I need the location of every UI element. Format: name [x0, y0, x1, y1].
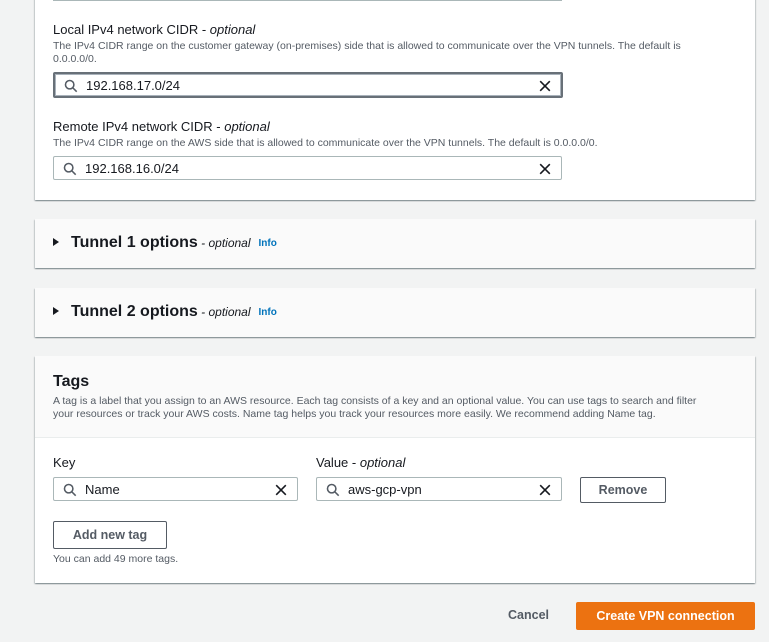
tags-header: Tags A tag is a label that you assign to… [35, 356, 755, 438]
tag-value-value: aws-gcp-vpn [348, 482, 422, 497]
remote-cidr-label: Remote IPv4 network CIDR - optional [53, 119, 270, 134]
close-icon[interactable] [274, 483, 288, 497]
search-icon [64, 79, 78, 93]
tunnel2-info-link[interactable]: Info [259, 307, 277, 318]
previous-field-edge [53, 0, 562, 1]
close-icon[interactable] [538, 483, 552, 497]
local-cidr-value: 192.168.17.0/24 [86, 78, 180, 93]
remove-tag-button[interactable]: Remove [580, 477, 666, 503]
create-vpn-connection-button[interactable]: Create VPN connection [576, 602, 755, 630]
local-cidr-description: The IPv4 CIDR range on the customer gate… [53, 40, 681, 65]
tags-panel: Tags A tag is a label that you assign to… [35, 356, 755, 583]
tag-value-input[interactable]: aws-gcp-vpn [316, 477, 562, 501]
tunnel1-header[interactable]: Tunnel 1 options - optional Info [53, 234, 277, 252]
caret-right-icon [53, 238, 59, 246]
remote-cidr-input[interactable]: 192.168.16.0/24 [53, 156, 562, 180]
tags-title: Tags [53, 373, 90, 390]
tunnel2-header[interactable]: Tunnel 2 options - optional Info [53, 303, 277, 321]
search-icon [63, 483, 77, 497]
remote-cidr-description: The IPv4 CIDR range on the AWS side that… [53, 137, 598, 149]
add-new-tag-button[interactable]: Add new tag [53, 521, 167, 549]
local-cidr-input[interactable]: 192.168.17.0/24 [53, 72, 563, 98]
tags-remaining-hint: You can add 49 more tags. [53, 553, 179, 565]
tag-key-value: Name [85, 482, 120, 497]
tunnel1-info-link[interactable]: Info [259, 238, 277, 249]
search-icon [326, 483, 340, 497]
tag-key-input[interactable]: Name [53, 477, 298, 501]
tag-key-label: Key [53, 455, 76, 470]
close-icon[interactable] [538, 79, 552, 93]
cancel-button[interactable]: Cancel [508, 608, 549, 622]
cidr-panel: Local IPv4 network CIDR - optional The I… [35, 0, 755, 200]
caret-right-icon [53, 307, 59, 315]
tags-description: A tag is a label that you assign to an A… [53, 395, 697, 420]
tunnel1-expander[interactable]: Tunnel 1 options - optional Info [35, 219, 755, 268]
remote-cidr-value: 192.168.16.0/24 [85, 161, 179, 176]
tag-value-label: Value - optional [316, 455, 406, 470]
local-cidr-label: Local IPv4 network CIDR - optional [53, 22, 256, 37]
search-icon [63, 162, 77, 176]
close-icon[interactable] [538, 162, 552, 176]
tunnel2-expander[interactable]: Tunnel 2 options - optional Info [35, 288, 755, 337]
